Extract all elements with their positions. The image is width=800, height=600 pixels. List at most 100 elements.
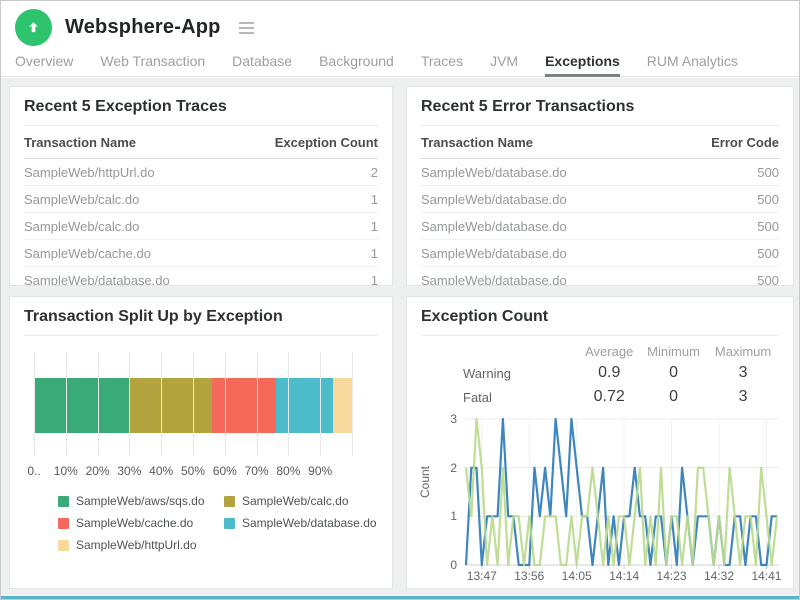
table-row: SampleWeb/cache.do1 xyxy=(24,240,378,267)
transaction-name-cell: SampleWeb/cache.do xyxy=(24,240,243,267)
gridline xyxy=(129,352,130,456)
transaction-name-cell: SampleWeb/database.do xyxy=(24,267,243,287)
table-row: SampleWeb/calc.do1 xyxy=(24,213,378,240)
table-header-row: Transaction NameError Code xyxy=(421,126,779,159)
legend-item-sampleweb-httpurl-do: SampleWeb/httpUrl.do xyxy=(58,538,206,552)
x-tick-label: 20% xyxy=(86,464,110,478)
stats-value: 0 xyxy=(640,361,707,385)
app-status-icon xyxy=(15,9,52,46)
transaction-name-cell: SampleWeb/database.do xyxy=(421,267,643,287)
legend-swatch xyxy=(224,496,235,507)
table-header-row: Transaction NameException Count xyxy=(24,126,378,159)
data-table: Transaction NameError CodeSampleWeb/data… xyxy=(421,126,779,286)
exception-count-cell: 2 xyxy=(243,159,378,186)
series-line-warning xyxy=(466,419,777,565)
x-tick-label: 14:05 xyxy=(562,569,592,583)
table-row: SampleWeb/database.do500 xyxy=(421,186,779,213)
tab-jvm[interactable]: JVM xyxy=(490,49,518,76)
tab-bar: Overview Web Transaction Database Backgroun… xyxy=(1,49,799,77)
stats-row-label: Warning xyxy=(421,361,579,385)
x-tick-label: 14:23 xyxy=(657,569,687,583)
error-code-cell: 500 xyxy=(643,267,779,287)
legend-swatch xyxy=(58,496,69,507)
gridline xyxy=(320,352,321,456)
transaction-name-cell: SampleWeb/database.do xyxy=(421,213,643,240)
panel-title: Exception Count xyxy=(421,308,779,335)
transaction-name-cell: SampleWeb/httpUrl.do xyxy=(24,159,243,186)
tab-overview[interactable]: Overview xyxy=(15,49,73,76)
transaction-name-cell: SampleWeb/database.do xyxy=(421,159,643,186)
app-window: Websphere-App Overview Web Transaction Dat… xyxy=(0,0,800,600)
legend-label: SampleWeb/httpUrl.do xyxy=(76,538,197,552)
panel-exception-count: Exception Count AverageMinimumMaximumWar… xyxy=(406,296,794,589)
gridline xyxy=(225,352,226,456)
error-code-cell: 500 xyxy=(643,186,779,213)
legend-label: SampleWeb/database.do xyxy=(242,516,377,530)
legend-item-sampleweb-calc-do: SampleWeb/calc.do xyxy=(224,494,378,508)
chart-legend: SampleWeb/aws/sqs.do SampleWeb/calc.do Sam… xyxy=(58,494,378,552)
legend-swatch xyxy=(533,588,545,590)
panel-transaction-split: Transaction Split Up by Exception 0..10%… xyxy=(9,296,393,589)
column-header: Error Code xyxy=(643,126,779,159)
legend-label: Fatal xyxy=(639,586,668,589)
stats-column-average: Average xyxy=(579,338,640,361)
stats-table: AverageMinimumMaximumWarning0.903Fatal0.… xyxy=(421,338,779,409)
tab-rum-analytics[interactable]: RUM Analytics xyxy=(647,49,738,76)
stats-value: 3 xyxy=(707,361,779,385)
x-tick-label: 13:56 xyxy=(514,569,544,583)
y-tick-label: 2 xyxy=(417,461,457,475)
error-code-cell: 500 xyxy=(643,213,779,240)
x-tick-label: 60% xyxy=(213,464,237,478)
panel-recent-exception-traces: Recent 5 Exception Traces Transaction Na… xyxy=(9,86,393,286)
legend-label: Warning xyxy=(552,586,600,589)
tab-background[interactable]: Background xyxy=(319,49,394,76)
panel-recent-error-transactions: Recent 5 Error Transactions Transaction … xyxy=(406,86,794,286)
y-tick-label: 1 xyxy=(417,509,457,523)
tab-traces[interactable]: Traces xyxy=(421,49,463,76)
column-header: Transaction Name xyxy=(421,126,643,159)
x-tick-label: 30% xyxy=(117,464,141,478)
exception-count-cell: 1 xyxy=(243,240,378,267)
legend-swatch xyxy=(224,518,235,529)
app-header: Websphere-App xyxy=(1,1,799,49)
divider xyxy=(24,335,378,336)
legend-swatch xyxy=(58,540,69,551)
tab-web-transaction[interactable]: Web Transaction xyxy=(100,49,205,76)
tab-database[interactable]: Database xyxy=(232,49,292,76)
y-tick-label: 3 xyxy=(417,412,457,426)
bar-segment-sampleweb-httpurl-do xyxy=(333,378,352,433)
table-row: SampleWeb/database.do500 xyxy=(421,213,779,240)
dashboard-content: Recent 5 Exception Traces Transaction Na… xyxy=(1,78,799,596)
legend-swatch xyxy=(620,588,632,590)
gridline xyxy=(257,352,258,456)
stats-value: 0.9 xyxy=(579,361,640,385)
table-row: SampleWeb/database.do500 xyxy=(421,267,779,287)
exception-count-cell: 1 xyxy=(243,213,378,240)
exception-count-cell: 1 xyxy=(243,186,378,213)
gridline xyxy=(34,352,35,456)
bar-segment-sampleweb-cache-do xyxy=(212,378,276,433)
panel-title: Transaction Split Up by Exception xyxy=(24,308,378,335)
transaction-name-cell: SampleWeb/calc.do xyxy=(24,186,243,213)
tab-exceptions[interactable]: Exceptions xyxy=(545,49,620,77)
stats-corner-cell xyxy=(421,338,579,361)
gridline xyxy=(352,352,353,456)
stats-column-maximum: Maximum xyxy=(707,338,779,361)
table-row: SampleWeb/httpUrl.do2 xyxy=(24,159,378,186)
bottom-edge-strip xyxy=(1,596,799,599)
table-row: SampleWeb/database.do500 xyxy=(421,159,779,186)
x-tick-label: 10% xyxy=(54,464,78,478)
x-tick-label: 90% xyxy=(308,464,332,478)
legend-item-warning: Warning xyxy=(533,586,600,589)
x-tick-label: 14:32 xyxy=(704,569,734,583)
line-chart: Count 012313:4713:5614:0514:1414:2314:32… xyxy=(421,411,793,583)
legend-swatch xyxy=(58,518,69,529)
stats-row: Fatal0.7203 xyxy=(421,385,779,409)
hamburger-menu-icon[interactable] xyxy=(236,19,257,37)
legend-label: SampleWeb/aws/sqs.do xyxy=(76,494,205,508)
x-tick-label: 14:14 xyxy=(609,569,639,583)
x-tick-label: 14:41 xyxy=(751,569,781,583)
panel-title: Recent 5 Error Transactions xyxy=(421,98,779,125)
x-axis-ticks: 0..10%20%30%40%50%60%70%80%90% xyxy=(24,464,378,480)
gridline xyxy=(193,352,194,456)
